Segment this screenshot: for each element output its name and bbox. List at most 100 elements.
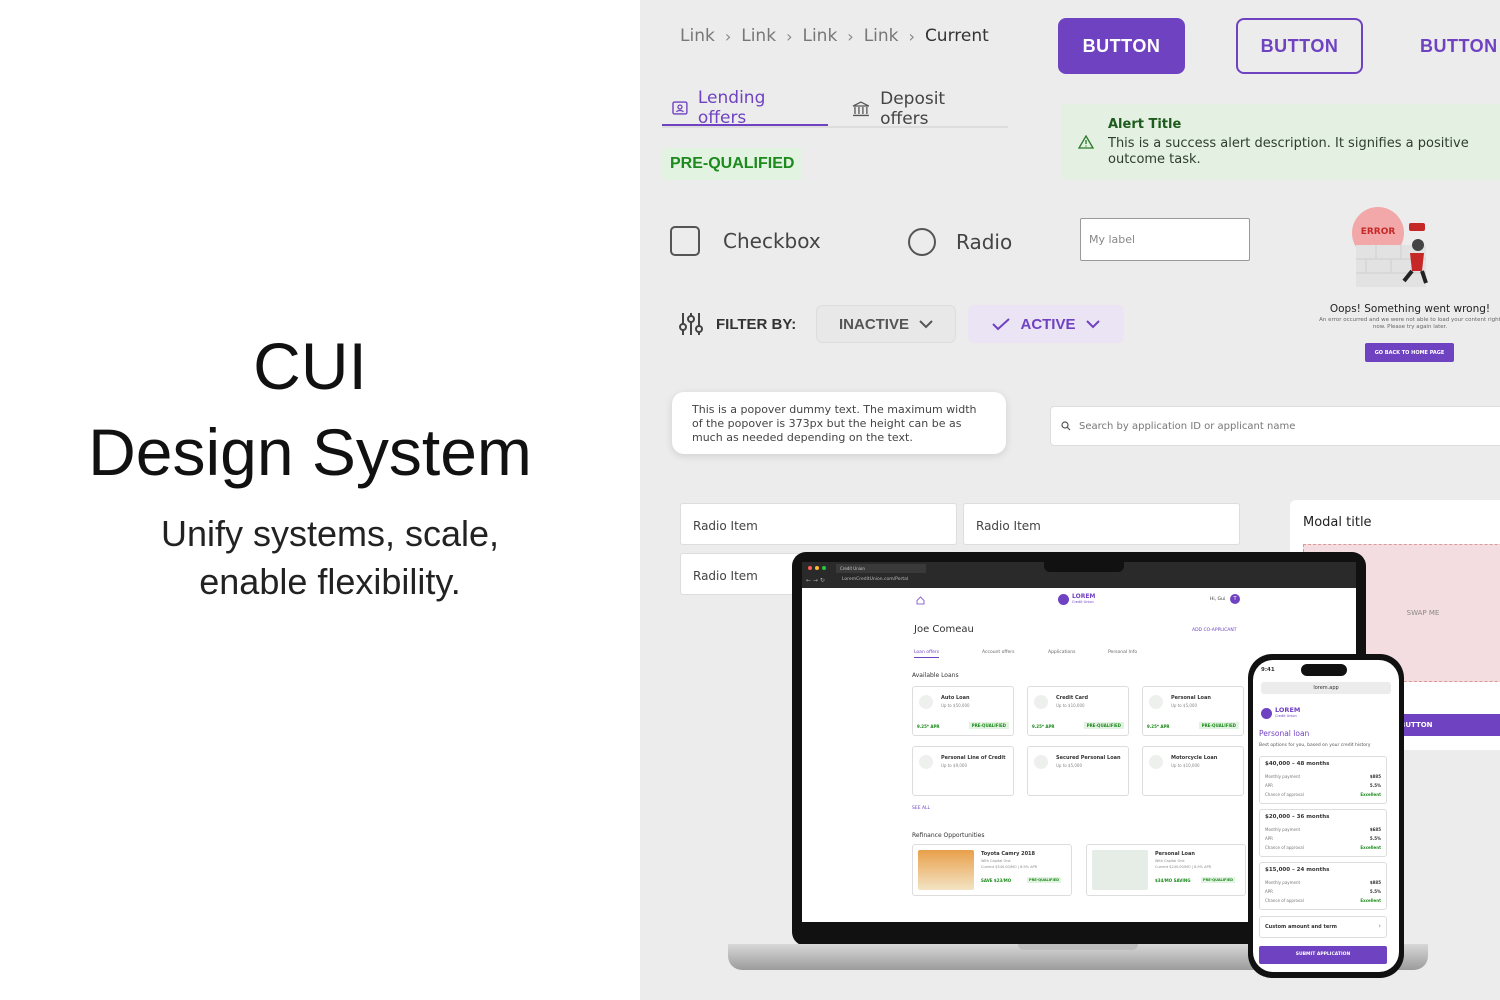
text-button[interactable]: BUTTON xyxy=(1410,18,1500,74)
refinance-detail: Current $540.00/MO | 6.9% APR xyxy=(981,865,1038,869)
option-title: $15,000 – 24 months xyxy=(1265,867,1330,873)
components-panel: Link › Link › Link › Link › Current BUTTON B… xyxy=(640,0,1500,1000)
alert-description: This is a success alert description. It … xyxy=(1108,136,1469,167)
browser-tab[interactable]: Credit Union xyxy=(836,564,926,573)
brand-name: LOREM xyxy=(1072,593,1096,600)
alert-title: Alert Title xyxy=(1108,117,1182,132)
tab-lending-offers[interactable]: Lending offers xyxy=(662,88,829,128)
chevron-down-icon xyxy=(919,319,933,328)
error-badge: ERROR xyxy=(1360,227,1396,237)
refinance-name: Toyota Camry 2018 xyxy=(981,851,1036,857)
search-input[interactable]: Search by application ID or applicant na… xyxy=(1050,406,1500,446)
loan-limit: Up to $9,000 xyxy=(941,763,968,768)
home-icon[interactable] xyxy=(916,596,925,605)
loan-card[interactable]: Personal Loan Up to $5,000 9.25* APR PRE-QU… xyxy=(1142,686,1244,736)
filter-chip-inactive[interactable]: INACTIVE xyxy=(816,305,956,343)
outline-button[interactable]: BUTTON xyxy=(1236,18,1363,74)
refinance-badge: PRE-QUALIFIED xyxy=(1027,877,1062,883)
loan-limit: Up to $10,000 xyxy=(1056,703,1085,708)
option-title: $40,000 – 48 months xyxy=(1265,761,1330,767)
text-input[interactable]: My label xyxy=(1080,218,1250,261)
refinance-card[interactable]: Toyota Camry 2018 With Capital One Curre… xyxy=(912,844,1072,896)
option-payment: $885 xyxy=(1369,880,1381,885)
refinance-heading: Refinance Opportunities xyxy=(912,832,985,839)
filter-chip-active[interactable]: ACTIVE xyxy=(968,305,1124,343)
tab-loan-offers[interactable]: Loan offers xyxy=(914,650,940,658)
maximize-dot-icon[interactable] xyxy=(822,566,826,570)
credit-card-icon xyxy=(1034,695,1048,709)
hero-title-line-2: Design System xyxy=(88,415,532,489)
loan-option[interactable]: $15,000 – 24 months Monthly payment $885 … xyxy=(1259,862,1387,910)
error-title: Oops! Something went wrong! xyxy=(1329,303,1491,315)
user-name: Joe Comeau xyxy=(914,624,974,635)
breadcrumb-link[interactable]: Link xyxy=(802,26,837,46)
loan-card[interactable]: Credit Card Up to $10,000 9.25* APR PRE-QUA… xyxy=(1027,686,1129,736)
loan-card[interactable]: Motorcycle Loan Up to $10,000 xyxy=(1142,746,1244,796)
add-coapplicant-button[interactable]: ADD CO-APPLICANT xyxy=(1192,628,1236,633)
logo-mark xyxy=(1261,708,1272,719)
refinance-lender: With Capital One xyxy=(981,859,1011,863)
loan-name: Motorcycle Loan xyxy=(1171,755,1218,761)
loan-limit: Up to $10,000 xyxy=(1171,763,1200,768)
breadcrumb-link[interactable]: Link xyxy=(680,26,715,46)
loan-option[interactable]: $20,000 – 36 months Monthly payment $685 … xyxy=(1259,809,1387,857)
tab-applications[interactable]: Applications xyxy=(1048,650,1076,655)
loan-card[interactable]: Auto Loan Up to $50,000 9.25* APR PRE-QUALI… xyxy=(912,686,1014,736)
close-dot-icon[interactable] xyxy=(808,566,812,570)
breadcrumb: Link › Link › Link › Link › Current xyxy=(680,26,989,46)
submit-application-button[interactable]: SUBMIT APPLICATION xyxy=(1259,946,1387,964)
refinance-card[interactable]: Personal Loan With Capital One Current $… xyxy=(1086,844,1246,896)
radio-item[interactable]: Radio Item xyxy=(963,503,1240,545)
refinance-badge: PRE-QUALIFIED xyxy=(1201,877,1236,883)
refinance-saving: SAVE $23/MO xyxy=(981,878,1012,883)
laptop-hinge xyxy=(1018,944,1138,950)
checkbox-label: Checkbox xyxy=(723,229,821,253)
loan-name: Credit Card xyxy=(1056,695,1089,701)
avatar[interactable]: T xyxy=(1230,594,1240,604)
breadcrumb-link[interactable]: Link xyxy=(741,26,776,46)
check-icon xyxy=(992,317,1011,330)
available-loans-heading: Available Loans xyxy=(912,672,959,679)
loan-name: Auto Loan xyxy=(941,695,970,701)
loan-limit: Up to $5,000 xyxy=(1056,763,1083,768)
greeting: Hi, Gui xyxy=(1210,597,1226,602)
warning-icon xyxy=(1078,135,1094,149)
lock-icon xyxy=(1034,755,1048,769)
laptop-notch xyxy=(1044,552,1124,572)
radio-item[interactable]: Radio Item xyxy=(680,503,957,545)
go-home-button[interactable]: GO BACK TO HOME PAGE xyxy=(1365,343,1454,362)
nav-arrows-icon[interactable]: ← → ↻ xyxy=(806,577,825,584)
breadcrumb-link[interactable]: Link xyxy=(864,26,899,46)
loan-badge: PRE-QUALIFIED xyxy=(1198,722,1239,729)
offers-tabs: Lending offers Deposit offers xyxy=(662,88,1008,129)
radio-button[interactable] xyxy=(908,228,936,256)
tab-deposit-offers[interactable]: Deposit offers xyxy=(842,89,1008,129)
hero-panel: CUI Design System Unify systems, scale, … xyxy=(0,0,640,1000)
loan-card[interactable]: Secured Personal Loan Up to $5,000 xyxy=(1027,746,1129,796)
loan-option[interactable]: $40,000 – 48 months Monthly payment $885 … xyxy=(1259,756,1387,804)
bank-icon xyxy=(852,101,870,117)
loan-name: Personal Loan xyxy=(1171,695,1211,701)
custom-amount-row[interactable]: Custom amount and term › xyxy=(1259,916,1387,938)
loan-apr: 9.25* APR xyxy=(1032,724,1055,729)
phone-time: 9:41 xyxy=(1261,667,1275,673)
modal-title: Modal title xyxy=(1303,515,1372,530)
pre-qualified-badge: PRE-QUALIFIED xyxy=(662,148,803,180)
tab-personal-info[interactable]: Personal Info xyxy=(1108,650,1137,655)
loan-limit: Up to $5,000 xyxy=(1171,703,1198,708)
chevron-right-icon: › xyxy=(847,26,854,46)
brand-sub: Credit Union xyxy=(1072,600,1094,604)
tab-account-offers[interactable]: Account offers xyxy=(982,650,1014,655)
address-bar[interactable]: LoremCreditUnion.com/Portal xyxy=(842,577,908,582)
tab-label: Lending offers xyxy=(697,88,766,128)
minimize-dot-icon[interactable] xyxy=(815,566,819,570)
custom-amount-label: Custom amount and term xyxy=(1265,924,1337,930)
loan-badge: PRE-QUALIFIED xyxy=(1083,722,1124,729)
radio-label: Radio xyxy=(956,230,1013,254)
checkbox[interactable] xyxy=(670,226,700,256)
filled-button[interactable]: BUTTON xyxy=(1058,18,1185,74)
phone-address-bar[interactable]: lorem.app xyxy=(1261,682,1391,694)
loan-card[interactable]: Personal Line of Credit Up to $9,000 xyxy=(912,746,1014,796)
see-all-link[interactable]: SEE ALL xyxy=(912,806,930,811)
option-row-label: APR xyxy=(1265,889,1273,894)
